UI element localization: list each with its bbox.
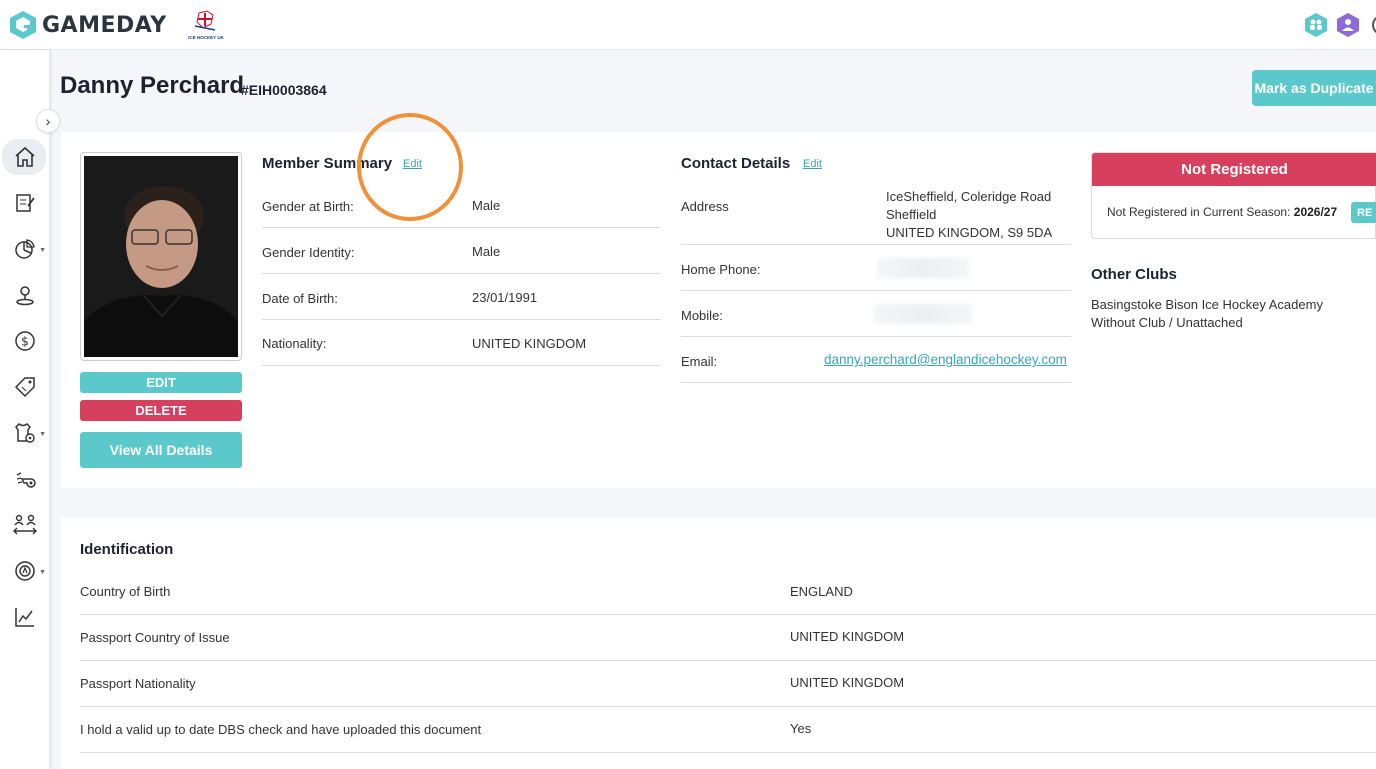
summary-row: Gender Identity: Male xyxy=(262,228,661,274)
identification-title: Identification xyxy=(80,541,174,558)
sidebar-toggle-button[interactable]: › xyxy=(36,109,60,133)
people-hex-icon[interactable] xyxy=(1304,12,1328,38)
mobile-label: Mobile: xyxy=(681,308,723,323)
top-bar: GAMEDAY ICE HOCKEY UK xyxy=(0,0,1376,50)
delete-member-button[interactable]: DELETE xyxy=(80,400,242,421)
sidebar-item-members[interactable] xyxy=(0,275,50,315)
sidebar-item-promotions[interactable] xyxy=(0,367,50,407)
form-edit-icon xyxy=(16,194,35,212)
dollar-icon: $ xyxy=(15,331,35,351)
chevron-right-icon: › xyxy=(45,113,51,129)
top-icons xyxy=(1304,12,1376,38)
highlight-circle xyxy=(357,113,463,221)
email-label: Email: xyxy=(681,354,718,369)
chevron-down-icon: ▼ xyxy=(39,247,46,254)
org-logo-text: ICE HOCKEY UK xyxy=(188,35,224,40)
summary-value: Male xyxy=(472,244,501,259)
identification-value: ENGLAND xyxy=(790,584,853,599)
sidebar-item-transfers[interactable] xyxy=(0,505,50,545)
gameday-logo[interactable]: GAMEDAY xyxy=(9,10,167,40)
contact-row-mobile: Mobile: xyxy=(681,291,1071,337)
jersey-settings-icon xyxy=(15,423,35,443)
address-line: UNITED KINGDOM, S9 5DA xyxy=(886,225,1053,240)
redacted-home-phone xyxy=(877,258,969,278)
user-shield-icon[interactable] xyxy=(1336,12,1360,38)
contact-row-address: Address IceSheffield, Coleridge Road She… xyxy=(681,182,1071,245)
circle-icon[interactable] xyxy=(1368,12,1376,38)
home-phone-label: Home Phone: xyxy=(681,262,761,277)
address-label: Address xyxy=(681,199,729,214)
summary-value: Male xyxy=(472,198,501,213)
contact-row-email: Email: danny.perchard@englandicehockey.c… xyxy=(681,337,1071,383)
summary-label: Gender Identity: xyxy=(262,245,355,260)
edit-member-button[interactable]: EDIT xyxy=(80,372,242,393)
mark-as-duplicate-button[interactable]: Mark as Duplicate xyxy=(1252,70,1376,106)
sidebar-item-forms[interactable] xyxy=(0,183,50,223)
identification-label: Passport Country of Issue xyxy=(80,630,230,645)
member-id: #EIH0003864 xyxy=(241,82,327,98)
identification-label: Country of Birth xyxy=(80,584,171,599)
sidebar-item-officials[interactable] xyxy=(0,459,50,499)
identification-row: Passport Country of Issue UNITED KINGDOM xyxy=(80,615,1376,661)
redacted-mobile xyxy=(873,304,973,324)
gameday-logo-icon xyxy=(10,11,36,39)
user-location-icon xyxy=(16,286,34,306)
other-club-item: Without Club / Unattached xyxy=(1091,315,1243,330)
address-line: Sheffield xyxy=(886,207,937,222)
address-line: IceSheffield, Coleridge Road xyxy=(886,189,1052,204)
summary-row: Nationality: UNITED KINGDOM xyxy=(262,320,661,366)
sidebar-item-competitions[interactable]: ▼ xyxy=(0,413,50,453)
chevron-down-icon: ▼ xyxy=(39,431,46,438)
contact-details-edit-link[interactable]: Edit xyxy=(803,158,822,170)
summary-label: Gender at Birth: xyxy=(262,199,354,214)
pie-chart-icon xyxy=(15,239,35,259)
summary-label: Date of Birth: xyxy=(262,291,338,306)
registration-status-text: Not Registered in Current Season: 2026/2… xyxy=(1107,205,1338,219)
summary-row: Gender at Birth: Male xyxy=(262,182,661,228)
other-clubs-title: Other Clubs xyxy=(1091,266,1177,283)
whistle-icon xyxy=(16,472,36,488)
svg-text:$: $ xyxy=(21,335,29,349)
sidebar: ▼ $ ▼ ▼ xyxy=(0,50,50,769)
identification-row: I hold a valid up to date DBS check and … xyxy=(80,707,1376,753)
summary-row: Date of Birth: 23/01/1991 xyxy=(262,274,661,320)
sidebar-item-home[interactable] xyxy=(0,137,50,177)
summary-value: 23/01/1991 xyxy=(472,290,538,305)
identification-row: Country of Birth ENGLAND xyxy=(80,569,1376,615)
email-link[interactable]: danny.perchard@englandicehockey.com xyxy=(824,352,1067,367)
sidebar-item-finance[interactable]: $ xyxy=(0,321,50,361)
contact-row-home-phone: Home Phone: xyxy=(681,245,1071,291)
summary-label: Nationality: xyxy=(262,336,327,351)
sidebar-item-analytics[interactable] xyxy=(0,597,50,637)
ice-hockey-uk-logo: ICE HOCKEY UK xyxy=(185,10,227,42)
sidebar-item-reports[interactable]: ▼ xyxy=(0,229,50,269)
profile-photo xyxy=(80,152,242,361)
other-club-item: Basingstoke Bison Ice Hockey Academy xyxy=(1091,297,1323,312)
registration-status-badge: Not Registered xyxy=(1092,153,1376,186)
identification-row: Passport Nationality UNITED KINGDOM xyxy=(80,661,1376,707)
view-all-details-button[interactable]: View All Details xyxy=(80,432,242,468)
page-title: Danny Perchard xyxy=(60,72,245,99)
sidebar-item-accreditation[interactable]: ▼ xyxy=(0,551,50,591)
register-button[interactable]: RE xyxy=(1351,202,1376,223)
registration-season: 2026/27 xyxy=(1293,205,1338,219)
transfer-people-icon xyxy=(13,514,37,535)
target-icon xyxy=(15,561,35,581)
profile-photo-image xyxy=(84,156,238,357)
line-chart-icon xyxy=(15,608,34,627)
gameday-logo-text: GAMEDAY xyxy=(42,12,167,38)
identification-value: UNITED KINGDOM xyxy=(790,629,905,644)
identification-label: Passport Nationality xyxy=(80,676,196,691)
chevron-down-icon: ▼ xyxy=(39,569,46,576)
registration-status-box: Not Registered Not Registered in Current… xyxy=(1091,152,1376,239)
home-icon xyxy=(15,146,35,167)
identification-value: Yes xyxy=(790,721,812,736)
summary-value: UNITED KINGDOM xyxy=(472,336,587,351)
identification-value: UNITED KINGDOM xyxy=(790,675,905,690)
contact-details-title: Contact Details xyxy=(681,155,791,172)
identification-label: I hold a valid up to date DBS check and … xyxy=(80,722,482,737)
tag-icon xyxy=(14,377,35,398)
